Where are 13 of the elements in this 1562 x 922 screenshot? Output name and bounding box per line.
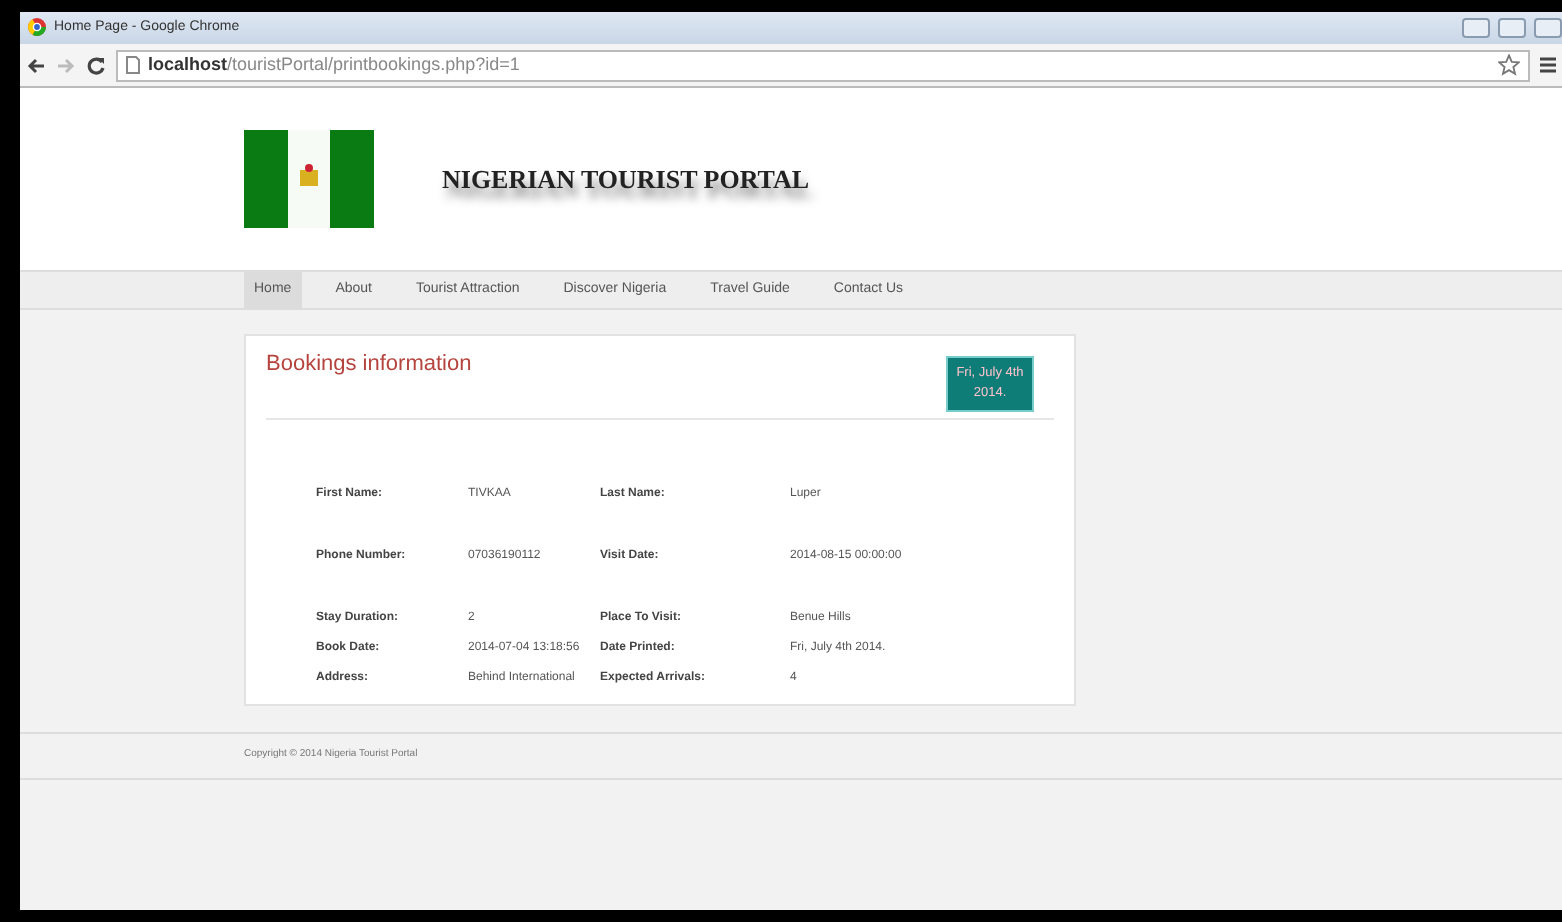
maximize-icon[interactable]	[1498, 18, 1526, 38]
address-field[interactable]: localhost/touristPortal/printbookings.php?id=1	[116, 49, 1530, 81]
menu-icon[interactable]	[1540, 56, 1556, 74]
minimize-icon[interactable]	[1462, 18, 1490, 38]
browser-logo-icon	[28, 17, 46, 36]
flag-icon	[244, 130, 374, 228]
back-icon[interactable]	[26, 55, 46, 75]
site-title: NIGERIAN TOURIST PORTAL	[442, 161, 810, 198]
star-icon[interactable]	[1498, 54, 1520, 76]
section-title: Bookings information	[266, 352, 472, 379]
reload-icon[interactable]	[86, 55, 106, 75]
page-icon	[126, 56, 140, 74]
close-icon[interactable]	[1534, 18, 1562, 38]
